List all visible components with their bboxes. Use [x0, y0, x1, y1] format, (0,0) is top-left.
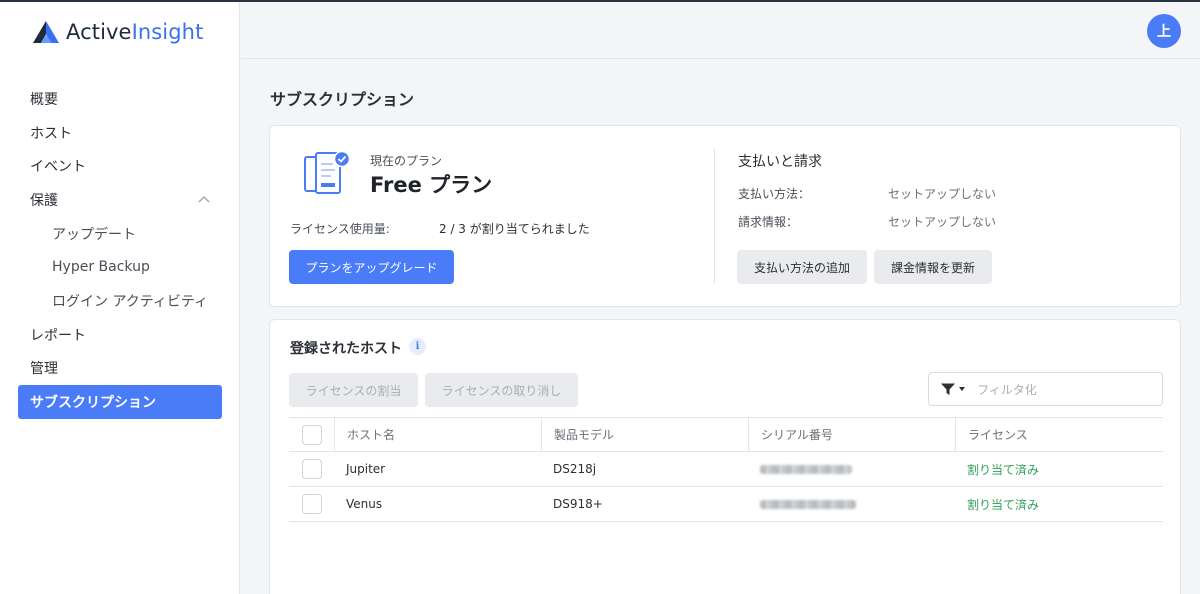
sidebar-item-subscription[interactable]: サブスクリプション: [18, 385, 222, 419]
sidebar-item-management[interactable]: 管理: [18, 352, 222, 386]
assign-license-button[interactable]: ライセンスの割当: [289, 373, 418, 407]
sidebar-item-updates[interactable]: アップデート: [18, 217, 222, 251]
hosts-table: ホスト名 製品モデル シリアル番号 ライセンス Jupiter DS218j 割…: [289, 417, 1163, 522]
add-payment-method-button[interactable]: 支払い方法の追加: [737, 250, 867, 284]
chevron-up-icon[interactable]: [198, 194, 210, 204]
sidebar-item-login-activity[interactable]: ログイン アクティビティ: [18, 284, 222, 318]
redacted-serial: [760, 499, 856, 509]
billing-info-value: セットアップしない: [888, 215, 997, 229]
sidebar-item-label: 概要: [30, 91, 58, 108]
sidebar-nav: 概要 ホスト イベント 保護 アップデート Hyper Backup ログイン …: [18, 82, 222, 419]
sidebar-item-label: アップデート: [52, 226, 136, 243]
license-usage-label: ライセンス使用量:: [290, 222, 390, 236]
sidebar-item-label: 管理: [30, 361, 58, 378]
current-plan-label: 現在のプラン: [370, 154, 443, 168]
billing-title: 支払いと請求: [738, 154, 822, 170]
filter-input[interactable]: [977, 381, 1157, 399]
sidebar-item-label: サブスクリプション: [30, 395, 156, 412]
product-model-cell: DS218j: [553, 462, 597, 476]
serial-number-cell: [748, 452, 955, 486]
sidebar-item-label: 保護: [30, 192, 58, 209]
plan-document-icon: [304, 151, 351, 194]
license-status-cell: 割り当て済み: [967, 462, 1040, 477]
registered-hosts-card: 登録されたホスト i ライセンスの割当 ライセンスの取り消し ホスト名 製品モデ…: [269, 319, 1181, 594]
sidebar-item-overview[interactable]: 概要: [18, 82, 222, 116]
payment-method-value: セットアップしない: [888, 187, 997, 201]
revoke-license-button[interactable]: ライセンスの取り消し: [425, 373, 578, 407]
page-title: サブスクリプション: [270, 90, 415, 109]
top-header: 上: [241, 2, 1200, 59]
sidebar-item-hyper-backup[interactable]: Hyper Backup: [18, 250, 222, 284]
sidebar-item-label: ログイン アクティビティ: [52, 293, 209, 310]
user-avatar[interactable]: 上: [1147, 14, 1181, 48]
upgrade-plan-button[interactable]: プランをアップグレード: [289, 250, 454, 284]
row-checkbox[interactable]: [301, 459, 322, 479]
sidebar-item-label: Hyper Backup: [52, 259, 150, 276]
column-license[interactable]: ライセンス: [955, 418, 1163, 451]
host-name-cell: Venus: [346, 497, 383, 511]
license-usage-value: 2 / 3 が割り当てられました: [439, 222, 590, 236]
sidebar-item-label: イベント: [30, 159, 86, 176]
row-checkbox[interactable]: [301, 494, 322, 514]
column-host-name[interactable]: ホスト名: [334, 418, 541, 451]
sidebar-item-protection[interactable]: 保護: [18, 183, 222, 217]
sidebar: ActiveInsight 概要 ホスト イベント 保護 アップデート Hype…: [0, 2, 240, 594]
caret-down-icon[interactable]: [959, 387, 965, 391]
table-header: ホスト名 製品モデル シリアル番号 ライセンス: [289, 417, 1163, 452]
sidebar-item-label: レポート: [30, 327, 86, 344]
host-name-cell: Jupiter: [346, 462, 386, 476]
table-row[interactable]: Jupiter DS218j 割り当て済み: [289, 452, 1163, 487]
billing-info-label: 請求情報：: [738, 215, 799, 229]
info-icon[interactable]: i: [409, 338, 426, 355]
brand-name: ActiveInsight: [66, 20, 204, 44]
filter-box: [928, 372, 1163, 406]
update-billing-info-button[interactable]: 課金情報を更新: [874, 250, 992, 284]
divider: [714, 148, 715, 284]
table-row[interactable]: Venus DS918+ 割り当て済み: [289, 487, 1163, 522]
app-logo[interactable]: ActiveInsight: [32, 20, 203, 44]
column-product-model[interactable]: 製品モデル: [541, 418, 748, 451]
serial-number-cell: [748, 487, 955, 521]
plan-card: 現在のプラン Free プラン ライセンス使用量: 2 / 3 が割り当てられま…: [269, 125, 1181, 307]
sidebar-item-label: ホスト: [30, 125, 72, 142]
sidebar-item-reports[interactable]: レポート: [18, 318, 222, 352]
product-model-cell: DS918+: [553, 497, 603, 511]
active-insight-logo-icon: [33, 21, 59, 43]
column-serial-number[interactable]: シリアル番号: [748, 418, 955, 451]
select-all-checkbox[interactable]: [301, 424, 322, 445]
hosts-title: 登録されたホスト: [290, 341, 402, 357]
sidebar-item-hosts[interactable]: ホスト: [18, 116, 222, 150]
filter-icon[interactable]: [940, 382, 956, 396]
sidebar-item-events[interactable]: イベント: [18, 149, 222, 183]
redacted-serial: [760, 464, 852, 474]
plan-name: Free プラン: [370, 173, 493, 197]
license-status-cell: 割り当て済み: [967, 497, 1040, 512]
payment-method-label: 支払い方法：: [738, 187, 811, 201]
